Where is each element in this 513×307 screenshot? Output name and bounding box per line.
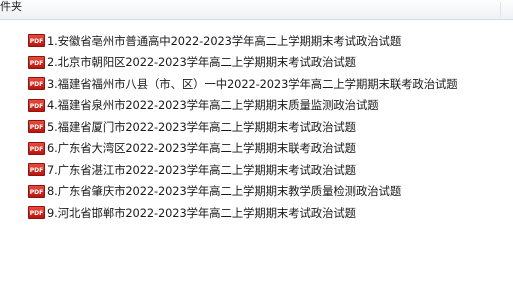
- file-item[interactable]: PDF 5.福建省厦门市2022-2023学年高二上学期期末考试政治试题: [28, 116, 458, 138]
- file-item[interactable]: PDF 3.福建省福州市八县（市、区）一中2022-2023学年高二上学期期末联…: [28, 73, 458, 95]
- file-item[interactable]: PDF 1.安徽省亳州市普通高中2022-2023学年高二上学期期末考试政治试题: [28, 30, 458, 52]
- pdf-file-icon: PDF: [28, 141, 45, 155]
- file-item[interactable]: PDF 6.广东省大湾区2022-2023学年高二上学期期末联考政治试题: [28, 138, 458, 160]
- pdf-file-icon: PDF: [28, 163, 45, 177]
- file-name[interactable]: 4.福建省泉州市2022-2023学年高二上学期期末质量监测政治试题: [47, 98, 379, 112]
- file-item[interactable]: PDF 9.河北省邯郸市2022-2023学年高二上学期期末考试政治试题: [28, 202, 458, 224]
- file-item[interactable]: PDF 2.北京市朝阳区2022-2023学年高二上学期期末考试政治试题: [28, 52, 458, 74]
- file-name[interactable]: 7.广东省湛江市2022-2023学年高二上学期期末考试政治试题: [47, 163, 356, 177]
- pdf-file-icon: PDF: [28, 77, 45, 91]
- pdf-file-icon: PDF: [28, 184, 45, 198]
- pdf-file-icon: PDF: [28, 120, 45, 134]
- pdf-file-icon: PDF: [28, 98, 45, 112]
- folder-header: 件夹: [0, 0, 513, 20]
- file-name[interactable]: 2.北京市朝阳区2022-2023学年高二上学期期末考试政治试题: [47, 55, 356, 69]
- file-item[interactable]: PDF 8.广东省肇庆市2022-2023学年高二上学期期末教学质量检测政治试题: [28, 181, 458, 203]
- pdf-file-icon: PDF: [28, 55, 45, 69]
- folder-title: 件夹: [0, 0, 22, 13]
- file-name[interactable]: 1.安徽省亳州市普通高中2022-2023学年高二上学期期末考试政治试题: [47, 34, 401, 48]
- file-name[interactable]: 6.广东省大湾区2022-2023学年高二上学期期末联考政治试题: [47, 141, 356, 155]
- pdf-file-icon: PDF: [28, 34, 45, 48]
- file-name[interactable]: 5.福建省厦门市2022-2023学年高二上学期期末考试政治试题: [47, 120, 356, 134]
- file-name[interactable]: 9.河北省邯郸市2022-2023学年高二上学期期末考试政治试题: [47, 206, 356, 220]
- file-name[interactable]: 3.福建省福州市八县（市、区）一中2022-2023学年高二上学期期末联考政治试…: [47, 77, 458, 91]
- file-item[interactable]: PDF 4.福建省泉州市2022-2023学年高二上学期期末质量监测政治试题: [28, 95, 458, 117]
- pdf-file-icon: PDF: [28, 206, 45, 220]
- file-item[interactable]: PDF 7.广东省湛江市2022-2023学年高二上学期期末考试政治试题: [28, 159, 458, 181]
- file-list: PDF 1.安徽省亳州市普通高中2022-2023学年高二上学期期末考试政治试题…: [28, 30, 458, 224]
- column-divider[interactable]: [500, 2, 501, 17]
- file-name[interactable]: 8.广东省肇庆市2022-2023学年高二上学期期末教学质量检测政治试题: [47, 184, 401, 198]
